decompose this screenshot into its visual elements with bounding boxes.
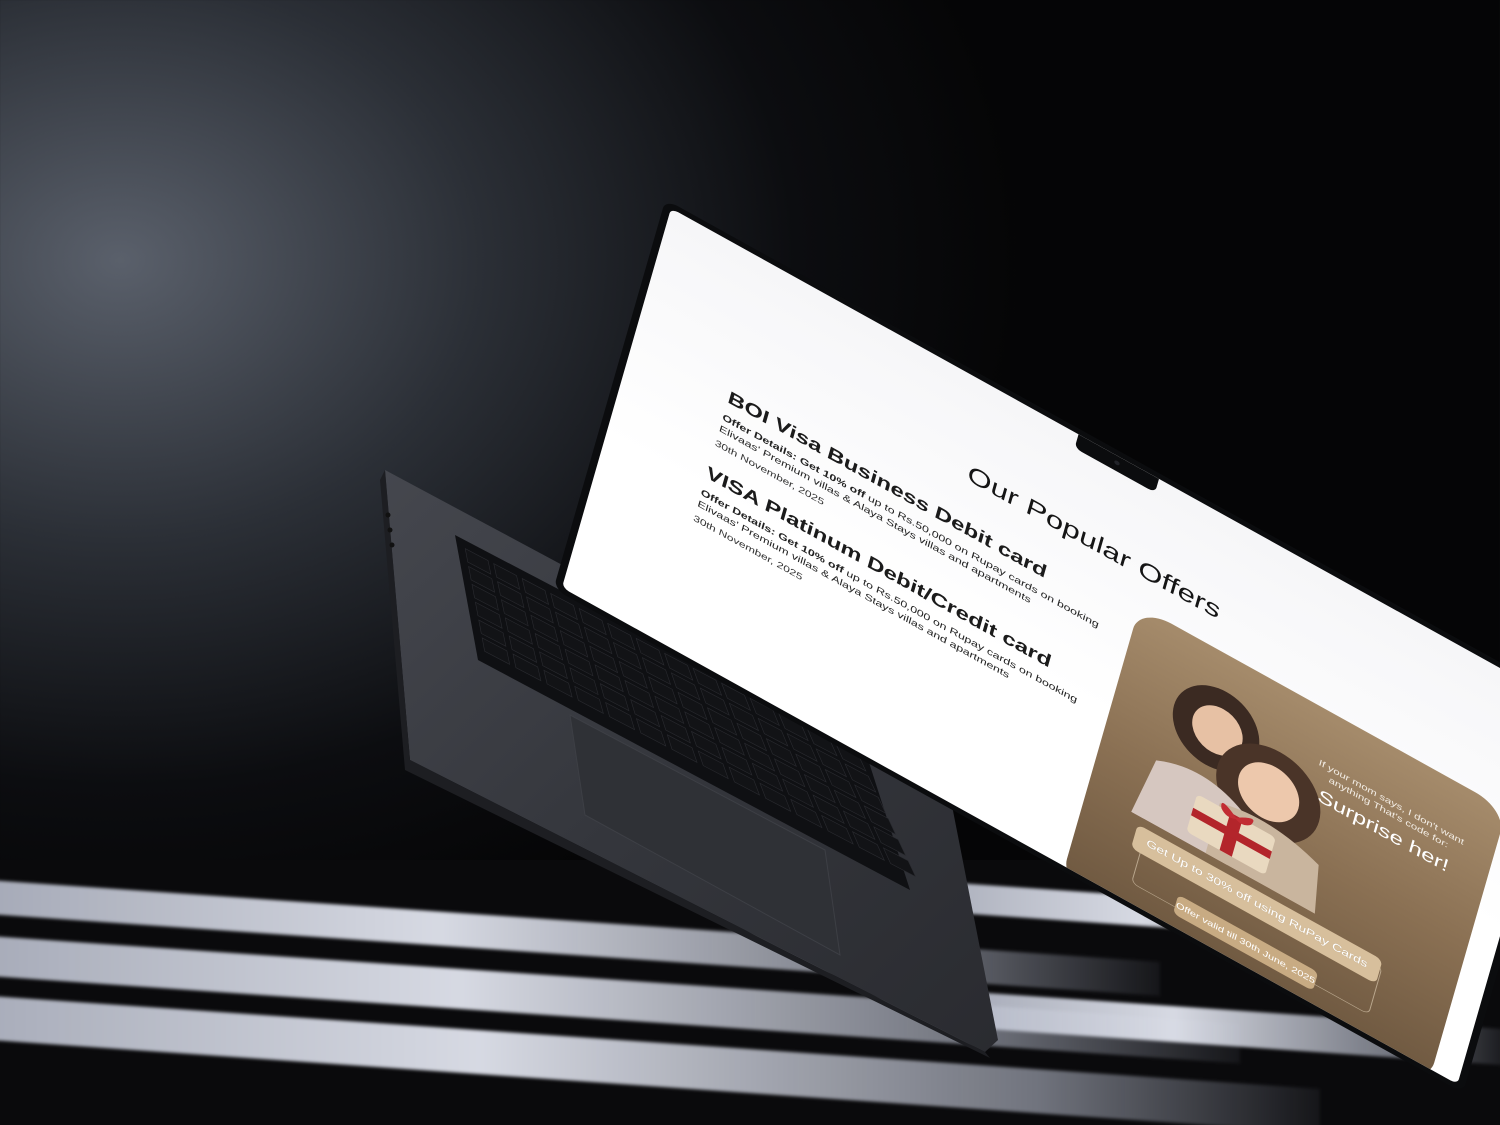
camera-icon bbox=[1113, 459, 1121, 467]
